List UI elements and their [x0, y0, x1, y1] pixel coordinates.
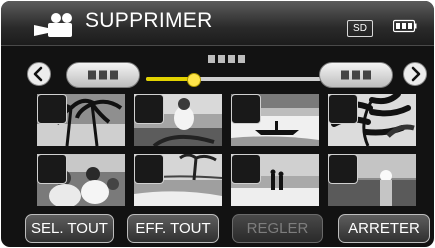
thumbnail-sunset-sea[interactable]: [328, 154, 416, 206]
chevron-right-icon: [411, 66, 421, 82]
selection-checkbox[interactable]: [134, 154, 164, 184]
pill-indicator: [88, 70, 118, 80]
select-all-button[interactable]: SEL. TOUT: [25, 214, 114, 243]
page-slider[interactable]: [146, 73, 321, 87]
thumbnail-palm-trees[interactable]: [37, 94, 125, 146]
thumbnail-boat-sunset[interactable]: [231, 94, 319, 146]
selection-checkbox[interactable]: [134, 94, 164, 124]
clear-all-button[interactable]: EFF. TOUT: [127, 214, 219, 243]
selection-checkbox[interactable]: [231, 154, 261, 184]
thumbnail-person-on-beach[interactable]: [134, 94, 222, 146]
sd-card-badge: SD: [347, 20, 373, 37]
slider-thumb[interactable]: [187, 73, 202, 87]
screen-title: SUPPRIMER: [85, 9, 213, 32]
thumbnail-couple-sunset[interactable]: [231, 154, 319, 206]
delete-screen: SUPPRIMER SD SEL. TOUT EFF. TOUT REGLER …: [1, 1, 434, 247]
selection-checkbox[interactable]: [328, 94, 358, 124]
slider-fill: [146, 77, 194, 81]
battery-icon: [393, 19, 417, 33]
selection-checkbox[interactable]: [37, 154, 67, 184]
next-page-button[interactable]: [403, 62, 427, 86]
set-button[interactable]: REGLER: [232, 214, 323, 243]
header-bar: SUPPRIMER SD: [1, 1, 434, 46]
previous-page-button[interactable]: [27, 62, 51, 86]
selection-checkbox[interactable]: [37, 94, 67, 124]
selection-checkbox[interactable]: [231, 94, 261, 124]
pill-indicator: [341, 70, 371, 80]
thumbnail-lagoon[interactable]: [134, 154, 222, 206]
thumbnail-family-group[interactable]: [37, 154, 125, 206]
selection-checkbox[interactable]: [328, 154, 358, 184]
chevron-left-icon: [33, 66, 43, 82]
video-camera-icon: [34, 13, 72, 37]
thumbnail-leaves[interactable]: [328, 94, 416, 146]
page-indicator: [208, 55, 245, 63]
page-forward-pill[interactable]: [319, 62, 393, 88]
stop-button[interactable]: ARRETER: [338, 214, 430, 243]
page-back-pill[interactable]: [66, 62, 140, 88]
